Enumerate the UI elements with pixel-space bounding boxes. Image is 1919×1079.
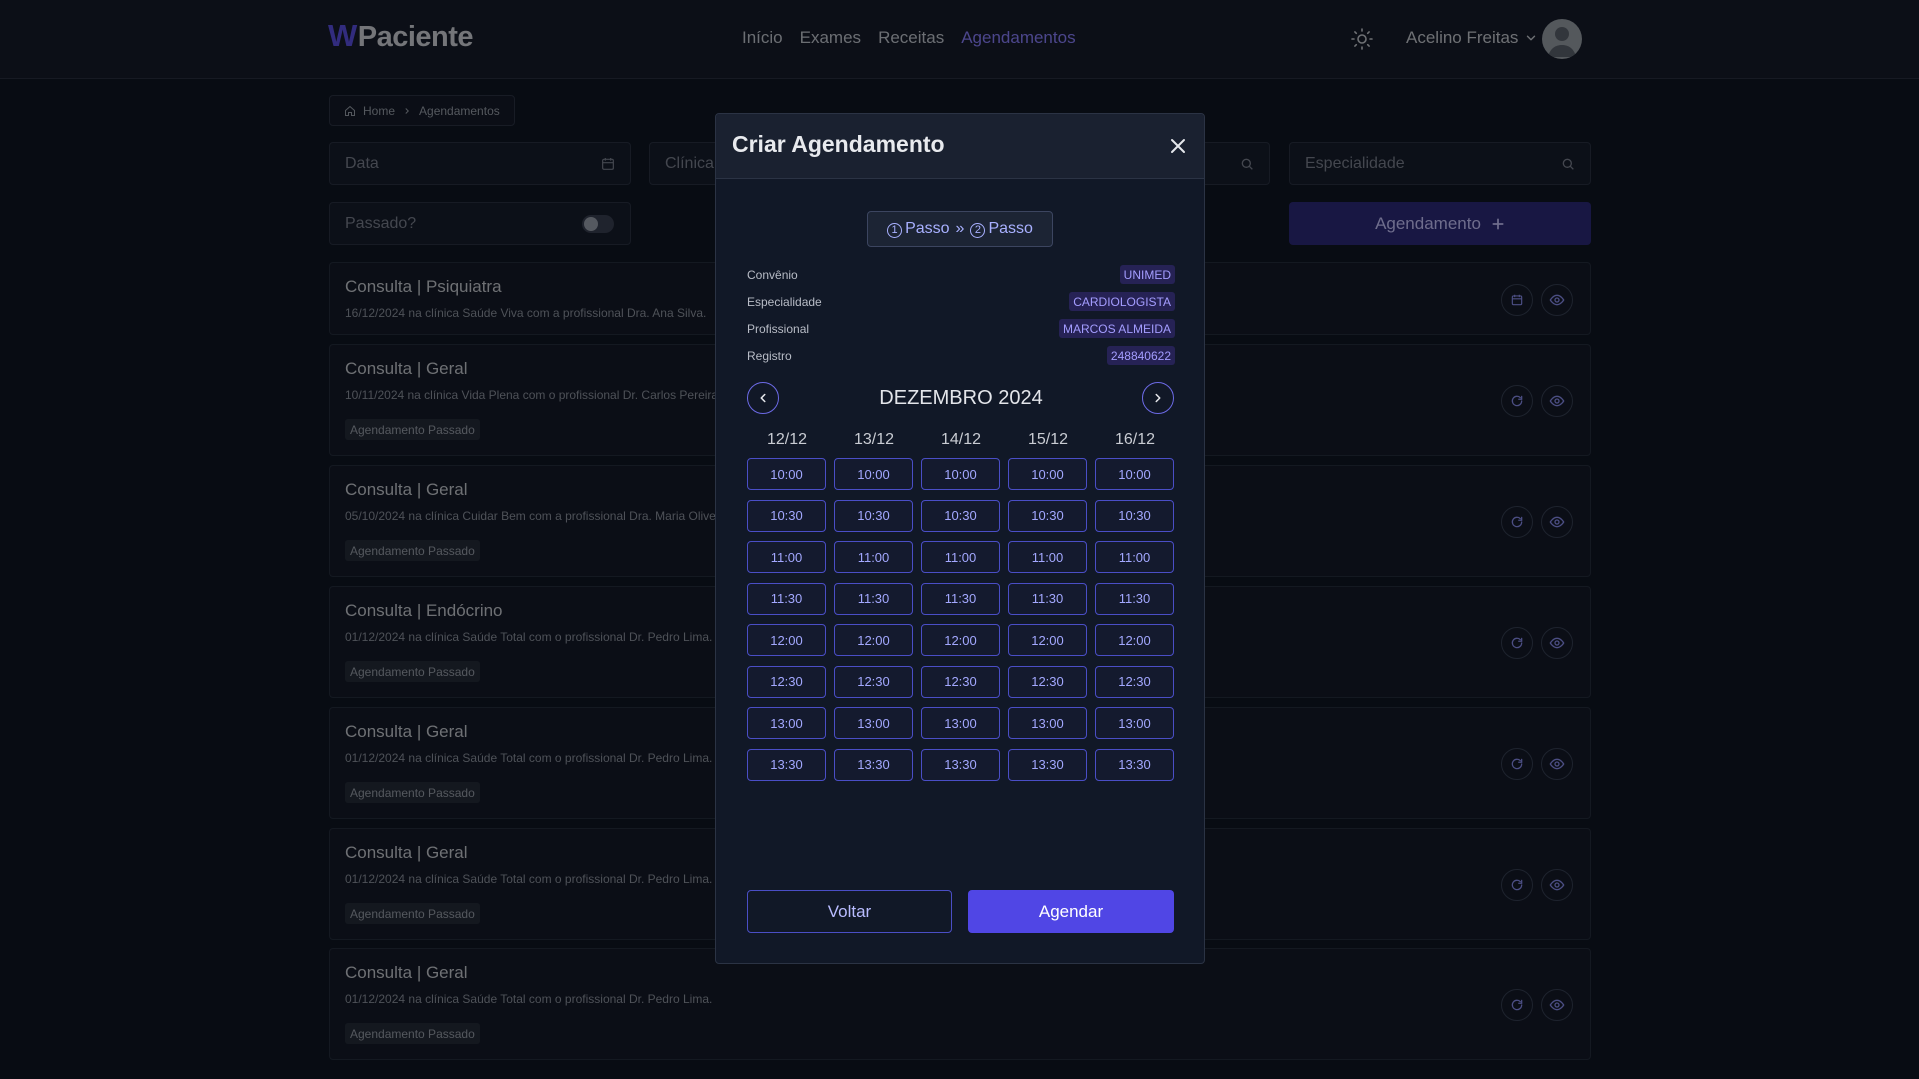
- time-slot-button[interactable]: 12:00: [747, 624, 826, 656]
- info-row-especialidade: Especialidade CARDIOLOGISTA: [747, 292, 1175, 312]
- step-2-label: Passo: [988, 220, 1033, 237]
- step-separator: »: [955, 220, 965, 237]
- step-1-number: 1: [887, 222, 903, 238]
- time-slot-button[interactable]: 11:30: [921, 582, 1000, 615]
- info-badge: 248840622: [1106, 346, 1175, 365]
- day-header: 16/12: [1114, 431, 1156, 448]
- time-slot-button[interactable]: 11:30: [1095, 582, 1174, 615]
- step-1: 1 Passo: [887, 220, 950, 238]
- day-header: 13/12: [853, 431, 895, 448]
- info-label: Registro: [747, 349, 792, 363]
- day-header: 14/12: [940, 431, 982, 448]
- time-slot-button[interactable]: 12:00: [1095, 624, 1174, 656]
- time-slot-button[interactable]: 13:30: [834, 748, 913, 781]
- time-slot-button[interactable]: 13:30: [1008, 748, 1087, 781]
- time-slot-button[interactable]: 10:00: [747, 458, 826, 490]
- time-slot-button[interactable]: 10:00: [921, 458, 1000, 490]
- time-slot-button[interactable]: 12:00: [834, 624, 913, 656]
- info-badge: UNIMED: [1119, 265, 1175, 284]
- time-slot-button[interactable]: 13:30: [1095, 748, 1174, 781]
- time-slot-button[interactable]: 13:00: [834, 707, 913, 739]
- time-slot-button[interactable]: 13:30: [747, 748, 826, 781]
- time-slot-button[interactable]: 11:30: [834, 582, 913, 615]
- step-2: 2 Passo: [970, 220, 1033, 238]
- day-header: 12/12: [766, 431, 808, 448]
- time-slot-button[interactable]: 11:30: [747, 582, 826, 615]
- time-slot-button[interactable]: 10:30: [1008, 499, 1087, 532]
- time-slot-button[interactable]: 12:00: [1008, 624, 1087, 656]
- close-icon[interactable]: [1166, 134, 1190, 158]
- step-indicator: 1 Passo » 2 Passo: [867, 211, 1053, 247]
- create-appointment-modal: Criar Agendamento 1 Passo » 2 Passo Convên…: [715, 113, 1205, 964]
- time-slot-button[interactable]: 12:30: [834, 665, 913, 698]
- schedule-button[interactable]: Agendar: [968, 890, 1174, 933]
- info-badge: CARDIOLOGISTA: [1069, 292, 1175, 311]
- info-row-profissional: Profissional MARCOS ALMEIDA: [747, 319, 1175, 339]
- time-slot-button[interactable]: 12:30: [1095, 665, 1174, 698]
- time-slot-button[interactable]: 10:00: [1008, 458, 1087, 490]
- time-slot-button[interactable]: 10:30: [1095, 499, 1174, 532]
- modal-title: Criar Agendamento: [732, 131, 945, 157]
- info-label: Profissional: [747, 322, 810, 336]
- time-slot-button[interactable]: 11:00: [747, 541, 826, 573]
- time-slot-button[interactable]: 10:30: [834, 499, 913, 532]
- time-slot-button[interactable]: 10:00: [1095, 458, 1174, 490]
- time-slot-button[interactable]: 10:00: [834, 458, 913, 490]
- time-slot-button[interactable]: 13:00: [1008, 707, 1087, 739]
- time-slot-button[interactable]: 13:00: [747, 707, 826, 739]
- time-slot-button[interactable]: 11:00: [834, 541, 913, 573]
- step-2-number: 2: [970, 222, 986, 238]
- next-month-button[interactable]: [1142, 382, 1174, 414]
- info-label: Convênio: [747, 268, 798, 282]
- time-slot-button[interactable]: 12:30: [747, 665, 826, 698]
- back-button[interactable]: Voltar: [747, 890, 952, 933]
- month-label: DEZEMBRO 2024: [879, 387, 1043, 409]
- time-slot-button[interactable]: 11:00: [1095, 541, 1174, 573]
- time-slot-button[interactable]: 11:00: [921, 541, 1000, 573]
- time-slot-button[interactable]: 12:30: [1008, 665, 1087, 698]
- info-badge: MARCOS ALMEIDA: [1058, 319, 1175, 338]
- time-slot-button[interactable]: 10:30: [921, 499, 1000, 532]
- time-slot-button[interactable]: 11:30: [1008, 582, 1087, 615]
- info-label: Especialidade: [747, 295, 822, 309]
- chevron-right-icon: [1155, 393, 1161, 403]
- info-row-convenio: Convênio UNIMED: [747, 265, 1175, 285]
- time-slot-button[interactable]: 11:00: [1008, 541, 1087, 573]
- time-slot-button[interactable]: 13:00: [921, 707, 1000, 739]
- time-slot-button[interactable]: 12:00: [921, 624, 1000, 656]
- time-slot-button[interactable]: 12:30: [921, 665, 1000, 698]
- time-slot-button[interactable]: 13:00: [1095, 707, 1174, 739]
- day-header: 15/12: [1027, 431, 1069, 448]
- step-1-label: Passo: [905, 220, 950, 237]
- modal-header: Criar Agendamento: [716, 114, 1204, 179]
- time-slot-button[interactable]: 10:30: [747, 499, 826, 532]
- info-row-registro: Registro 248840622: [747, 346, 1175, 366]
- time-slot-button[interactable]: 13:30: [921, 748, 1000, 781]
